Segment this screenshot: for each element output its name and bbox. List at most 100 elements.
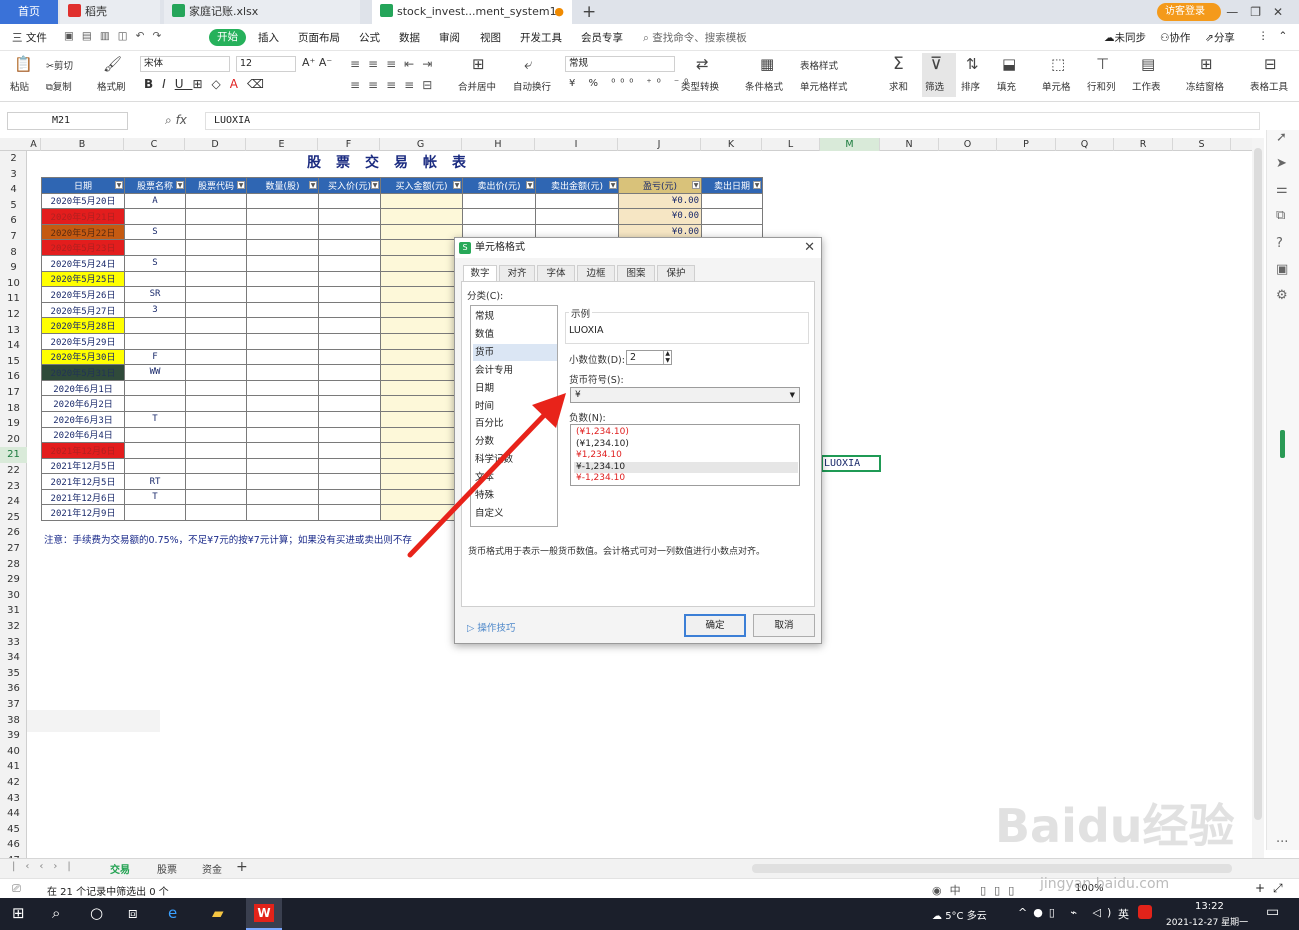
row-header[interactable]: 17 (0, 385, 27, 401)
alignment-buttons-bottom[interactable]: ≡≡≡≡⊟ (350, 78, 440, 92)
table-cell[interactable] (246, 395, 319, 412)
stock-name-cell[interactable] (124, 457, 186, 475)
stock-name-cell[interactable] (124, 270, 186, 288)
ie-browser-icon[interactable]: e (168, 904, 177, 922)
table-cell[interactable] (185, 379, 247, 397)
row-header[interactable]: 18 (0, 401, 27, 417)
tab-alignment[interactable]: 对齐 (499, 265, 535, 282)
row-header[interactable]: 33 (0, 635, 27, 651)
menu-view[interactable]: 视图 (480, 30, 501, 45)
stock-name-cell[interactable] (124, 426, 186, 444)
active-cell-m21[interactable]: LUOXIA (821, 455, 881, 472)
table-cell[interactable] (185, 223, 247, 241)
date-cell[interactable]: 2021年12月9日 (41, 504, 125, 522)
row-header[interactable]: 23 (0, 479, 27, 495)
format-painter-button[interactable]: 格式刷 (97, 79, 126, 93)
buy-amount-cell[interactable] (380, 473, 463, 490)
table-cell[interactable] (246, 208, 319, 225)
buy-amount-cell[interactable] (380, 270, 463, 288)
tab-daoke[interactable]: 稻壳 (60, 0, 160, 24)
category-item[interactable]: 会计专用 (473, 362, 557, 379)
date-cell[interactable]: 2021年12月6日 (41, 488, 125, 506)
menu-formula[interactable]: 公式 (359, 30, 380, 45)
stock-name-cell[interactable]: T (124, 410, 186, 428)
column-header[interactable]: B (41, 138, 124, 151)
row-header[interactable]: 9 (0, 260, 27, 276)
table-cell[interactable] (246, 301, 319, 319)
buy-amount-cell[interactable] (380, 395, 463, 412)
buy-amount-cell[interactable] (380, 208, 463, 225)
stock-name-cell[interactable]: 3 (124, 301, 186, 319)
buy-amount-cell[interactable] (380, 286, 463, 303)
tab-number[interactable]: 数字 (463, 265, 497, 282)
notification-icon[interactable]: ▭ (1266, 904, 1279, 920)
row-header[interactable]: 2 (0, 151, 27, 167)
buy-amount-cell[interactable] (380, 379, 463, 397)
buy-amount-cell[interactable] (380, 426, 463, 444)
profit-cell[interactable]: ¥0.00 (618, 208, 702, 225)
column-header[interactable]: G (380, 138, 462, 151)
row-header[interactable]: 5 (0, 198, 27, 214)
filter-dropdown-icon[interactable]: ▼ (609, 181, 617, 189)
window-controls[interactable]: —❐✕ (1226, 0, 1299, 24)
column-header[interactable]: N (880, 138, 939, 151)
column-header[interactable]: D (185, 138, 246, 151)
row-header[interactable]: 42 (0, 775, 27, 791)
fx-icon[interactable]: ⌕ fx (165, 113, 187, 128)
filter-dropdown-icon[interactable]: ▼ (692, 181, 700, 189)
filter-dropdown-icon[interactable]: ▼ (115, 181, 123, 189)
row-header[interactable]: 6 (0, 213, 27, 229)
spinner-icon[interactable]: ▲ ▼ (663, 350, 670, 364)
row-header[interactable]: 44 (0, 806, 27, 822)
table-cell[interactable] (701, 192, 763, 210)
row-header[interactable]: 46 (0, 837, 27, 853)
column-header[interactable]: M (820, 138, 880, 151)
category-item[interactable]: 货币 (473, 343, 557, 361)
column-header[interactable]: L (762, 138, 820, 151)
menu-file[interactable]: 三 文件 (12, 30, 47, 45)
table-cell[interactable] (246, 254, 319, 272)
quick-access-icons[interactable]: ▣▤▥◫↶↷ (64, 30, 169, 42)
buy-amount-cell[interactable] (380, 504, 463, 522)
view-mode-icons[interactable]: ◉中 ▯▯▯ (932, 882, 1022, 898)
row-header[interactable]: 21 (0, 447, 27, 463)
filter-dropdown-icon[interactable]: ▼ (753, 181, 761, 189)
table-cell[interactable] (185, 317, 247, 334)
column-header[interactable]: F (318, 138, 380, 151)
buy-amount-cell[interactable] (380, 364, 463, 381)
date-cell[interactable]: 2020年5月25日 (41, 270, 125, 288)
stock-name-cell[interactable]: T (124, 488, 186, 506)
table-cell[interactable] (246, 457, 319, 475)
menu-start[interactable]: 开始 (209, 29, 246, 46)
filter-dropdown-icon[interactable]: ▼ (309, 181, 317, 189)
table-cell[interactable] (246, 286, 319, 303)
negative-format-item[interactable]: ¥-1,234.10 (574, 461, 798, 474)
type-convert-button[interactable]: 类型转换 (681, 79, 719, 93)
column-header-cell[interactable]: 卖出日期 ▼ (701, 177, 763, 194)
stock-name-cell[interactable] (124, 379, 186, 397)
sliders-icon[interactable]: ⚌ (1276, 182, 1288, 197)
share-button[interactable]: ⇗分享 (1205, 30, 1235, 45)
date-cell[interactable]: 2020年5月20日 (41, 192, 125, 210)
number-format-buttons[interactable]: ¥ % ⁰⁰⁰ ⁺⁰ ⁻⁰ (569, 78, 693, 89)
row-header[interactable]: 40 (0, 744, 27, 760)
column-header-cell[interactable]: 日期 ▼ (41, 177, 125, 194)
stock-name-cell[interactable]: S (124, 223, 186, 241)
buy-amount-cell[interactable] (380, 223, 463, 241)
stock-name-cell[interactable]: SR (124, 286, 186, 303)
tab-family-ledger[interactable]: 家庭记账.xlsx (164, 0, 360, 24)
table-cell[interactable] (185, 504, 247, 522)
vertical-scroll-thumb[interactable] (1254, 148, 1262, 820)
tab-font[interactable]: 字体 (537, 265, 575, 282)
menu-member[interactable]: 会员专享 (581, 30, 623, 45)
category-item[interactable]: 时间 (473, 398, 557, 415)
row-header[interactable]: 8 (0, 245, 27, 261)
table-cell[interactable] (185, 239, 247, 256)
date-cell[interactable]: 2021年12月6日 (41, 442, 125, 459)
paste-button[interactable]: 粘贴 (10, 79, 29, 93)
date-cell[interactable]: 2020年5月21日 (41, 208, 125, 225)
table-cell[interactable] (701, 208, 763, 225)
file-explorer-icon[interactable]: ▰ (212, 904, 224, 922)
row-header[interactable]: 31 (0, 603, 27, 619)
row-header[interactable]: 19 (0, 416, 27, 432)
